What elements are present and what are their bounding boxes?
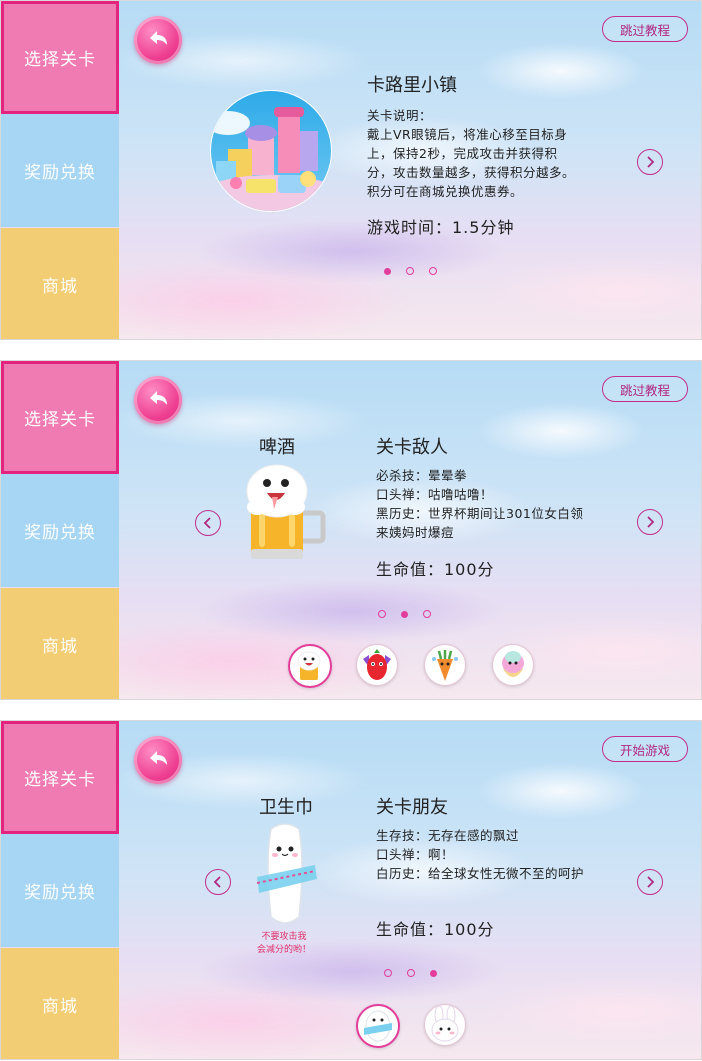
next-button[interactable] [637, 869, 663, 895]
start-game-button[interactable]: 开始游戏 [602, 736, 688, 762]
desc-line: 关卡说明： [367, 108, 433, 123]
page-indicator [378, 610, 431, 618]
page-dot[interactable] [378, 610, 386, 618]
page-dot[interactable] [407, 969, 415, 977]
hp-value: 生命值：100分 [376, 920, 495, 939]
sidebar-item-shop[interactable]: 商城 [1, 228, 119, 339]
page-indicator [384, 267, 437, 275]
warning-line: 会减分的哟！ [256, 945, 311, 955]
chevron-right-icon [647, 876, 655, 888]
desc-line: 戴上VR眼镜后，将准心移至目标身 [367, 127, 568, 142]
desc-line: 积分可在商城兑换优惠券。 [367, 184, 524, 199]
desc-line: 分，攻击数量越多，获得积分越多。 [367, 165, 576, 180]
chevron-left-icon [203, 517, 211, 529]
page-dot[interactable] [423, 610, 431, 618]
sidebar-item-select-level[interactable]: 选择关卡 [1, 361, 119, 474]
beer-character-image [246, 464, 326, 559]
character-name: 卫生巾 [259, 797, 313, 818]
back-arrow-icon [150, 31, 167, 45]
page-dot[interactable] [384, 969, 392, 977]
pad-character-image [256, 823, 317, 924]
prev-button[interactable] [195, 510, 221, 536]
game-time: 游戏时间：1.5分钟 [367, 218, 515, 237]
page-dot[interactable] [401, 611, 408, 618]
page-indicator [384, 969, 437, 977]
sidebar: 选择关卡 奖励兑换 商城 [1, 721, 119, 1059]
friend-description: 生存技：无存在感的飘过 口头禅：啊！ 白历史：给全球女性无微不至的呵护 [376, 826, 584, 883]
enemy-thumb-beer[interactable] [288, 644, 332, 688]
next-button[interactable] [637, 509, 663, 535]
level-select-screen-3: 选择关卡 奖励兑换 商城 开始游戏 卫生巾 不要攻击我 会减分的哟！ 关卡朋友 … [0, 720, 702, 1060]
skip-tutorial-button[interactable]: 跳过教程 [602, 16, 688, 42]
sidebar-item-rewards[interactable]: 奖励兑换 [1, 834, 119, 947]
sidebar-item-rewards[interactable]: 奖励兑换 [1, 114, 119, 227]
desc-line: 上，保持2秒，完成攻击并获得积 [367, 146, 558, 161]
sidebar-item-shop[interactable]: 商城 [1, 948, 119, 1059]
skip-tutorial-button[interactable]: 跳过教程 [602, 376, 688, 402]
enemy-section-title: 关卡敌人 [376, 437, 448, 458]
desc-line: 口头禅：咕噜咕噜！ [376, 487, 494, 502]
level-title: 卡路里小镇 [367, 75, 457, 96]
enemy-thumb-carrot[interactable] [424, 644, 466, 686]
desc-line: 口头禅：啊！ [376, 847, 455, 862]
friend-thumb-bunny[interactable] [424, 1004, 466, 1046]
next-button[interactable] [637, 149, 663, 175]
desc-line: 黑历史：世界杯期间让301位女白领 [376, 506, 584, 521]
back-button[interactable] [134, 16, 182, 64]
desc-line: 生存技：无存在感的飘过 [376, 828, 520, 843]
sidebar-item-select-level[interactable]: 选择关卡 [1, 721, 119, 834]
page-dot[interactable] [406, 267, 414, 275]
carrot-icon [432, 650, 458, 681]
back-button[interactable] [134, 736, 182, 784]
chevron-right-icon [647, 516, 655, 528]
sidebar-item-shop[interactable]: 商城 [1, 588, 119, 699]
friend-thumb-pad[interactable] [356, 1004, 400, 1048]
friend-section-title: 关卡朋友 [376, 797, 448, 818]
sidebar: 选择关卡 奖励兑换 商城 [1, 361, 119, 699]
page-dot[interactable] [384, 268, 391, 275]
level-select-screen-2: 选择关卡 奖励兑换 商城 跳过教程 啤酒 关卡敌人 必杀技：晕晕拳 口头禅：咕噜… [0, 360, 702, 700]
sundae-icon [502, 651, 524, 677]
chevron-left-icon [213, 876, 221, 888]
level-select-screen-1: 选择关卡 奖励兑换 商城 跳过教程 卡路里小镇 关卡说明： 戴上VR眼镜后，将准… [0, 0, 702, 340]
warning-line: 不要攻击我 [261, 932, 307, 942]
chevron-right-icon [647, 156, 655, 168]
page-dot[interactable] [429, 267, 437, 275]
desc-line: 白历史：给全球女性无微不至的呵护 [376, 866, 585, 881]
back-arrow-icon [150, 391, 167, 405]
desc-line: 必杀技：晕晕拳 [376, 468, 468, 483]
chili-icon [363, 649, 391, 680]
bunny-icon [431, 1005, 459, 1042]
pad-icon [364, 1010, 392, 1042]
calorie-town-image [210, 90, 332, 212]
sidebar: 选择关卡 奖励兑换 商城 [1, 1, 119, 339]
enemy-description: 必杀技：晕晕拳 口头禅：咕噜咕噜！ 黑历史：世界杯期间让301位女白领 来姨妈时… [376, 466, 583, 542]
enemy-thumb-chili[interactable] [356, 644, 398, 686]
prev-button[interactable] [205, 869, 231, 895]
enemy-thumb-sundae[interactable] [492, 644, 534, 686]
back-button[interactable] [134, 376, 182, 424]
beer-icon [297, 651, 321, 680]
page-dot[interactable] [430, 970, 437, 977]
character-name: 啤酒 [259, 437, 295, 458]
hp-value: 生命值：100分 [376, 560, 495, 579]
desc-line: 来姨妈时爆痘 [376, 525, 455, 540]
back-arrow-icon [150, 751, 167, 765]
level-description: 关卡说明： 戴上VR眼镜后，将准心移至目标身 上，保持2秒，完成攻击并获得积 分… [367, 106, 575, 201]
sidebar-item-rewards[interactable]: 奖励兑换 [1, 474, 119, 587]
friend-warning: 不要攻击我 会减分的哟！ [244, 931, 324, 957]
sidebar-item-select-level[interactable]: 选择关卡 [1, 1, 119, 114]
